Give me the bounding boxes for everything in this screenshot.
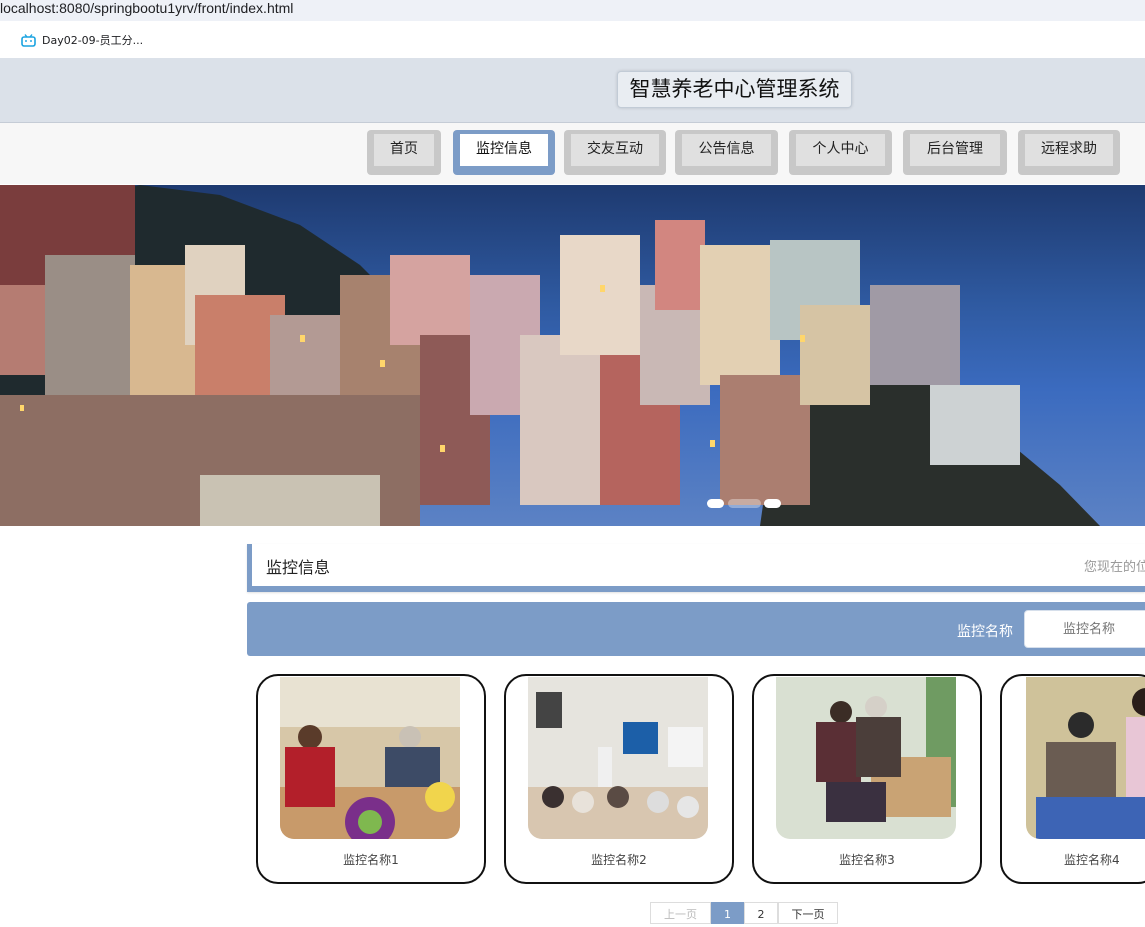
pagination: 上一页 1 2 下一页: [650, 902, 838, 924]
card-name: 监控名称4: [1064, 853, 1120, 867]
nav-item-label: 个人中心: [796, 134, 885, 166]
bookmark-item[interactable]: Day02-09-员工分...: [21, 31, 143, 49]
main-nav: 首页 监控信息 交友互动 公告信息 个人中心 后台管理 远程求助: [0, 123, 1145, 184]
bilibili-icon: [21, 33, 36, 47]
nav-item-label: 远程求助: [1025, 134, 1113, 166]
carousel-dot-2-active[interactable]: [728, 499, 761, 508]
nav-item-label: 监控信息: [460, 134, 548, 166]
card-name: 监控名称1: [343, 853, 399, 867]
nav-item-label: 后台管理: [910, 134, 1000, 166]
card-photo: [528, 677, 708, 839]
address-bar[interactable]: localhost:8080/springbootu1yrv/front/ind…: [0, 0, 1145, 21]
monitor-card-1[interactable]: 监控名称1: [256, 674, 486, 884]
card-photo: [1026, 677, 1145, 839]
page-2-button[interactable]: 2: [744, 902, 778, 924]
site-title: 智慧养老中心管理系统: [617, 71, 852, 108]
bookmarks-bar: Day02-09-员工分...: [0, 21, 1145, 58]
card-photo: [776, 677, 956, 839]
nav-item-label: 交友互动: [571, 134, 659, 166]
search-input[interactable]: [1024, 610, 1145, 648]
monitor-card-3[interactable]: 监控名称3: [752, 674, 982, 884]
banner-carousel[interactable]: [0, 185, 1145, 526]
banner-image: [0, 185, 1100, 526]
nav-item-label: 公告信息: [682, 134, 771, 166]
nav-item-social[interactable]: 交友互动: [564, 130, 666, 175]
url-text: localhost:8080/springbootu1yrv/front/ind…: [0, 0, 294, 16]
prev-page-button[interactable]: 上一页: [650, 902, 711, 924]
nav-item-notice[interactable]: 公告信息: [675, 130, 778, 175]
breadcrumb-location: 您现在的位: [1084, 560, 1145, 575]
monitor-card-2[interactable]: 监控名称2: [504, 674, 734, 884]
section-title: 监控信息: [266, 558, 331, 577]
card-name: 监控名称2: [591, 853, 647, 867]
nav-item-home[interactable]: 首页: [367, 130, 441, 175]
next-page-button[interactable]: 下一页: [778, 902, 838, 924]
bookmark-label: Day02-09-员工分...: [42, 34, 144, 47]
nav-item-label: 首页: [374, 134, 434, 166]
section-header: 监控信息 您现在的位: [247, 544, 1145, 592]
nav-item-profile[interactable]: 个人中心: [789, 130, 892, 175]
nav-item-admin[interactable]: 后台管理: [903, 130, 1007, 175]
monitor-card-4[interactable]: 监控名称4: [1000, 674, 1145, 884]
carousel-dot-1[interactable]: [707, 499, 724, 508]
card-photo: [280, 677, 460, 839]
nav-item-monitor[interactable]: 监控信息: [453, 130, 555, 175]
nav-item-remote-help[interactable]: 远程求助: [1018, 130, 1120, 175]
site-header: 智慧养老中心管理系统: [0, 58, 1145, 123]
card-name: 监控名称3: [839, 853, 895, 867]
carousel-dot-3[interactable]: [764, 499, 781, 508]
search-label: 监控名称: [957, 624, 1013, 640]
page-1-button[interactable]: 1: [711, 902, 744, 924]
search-bar: 监控名称: [247, 602, 1145, 656]
